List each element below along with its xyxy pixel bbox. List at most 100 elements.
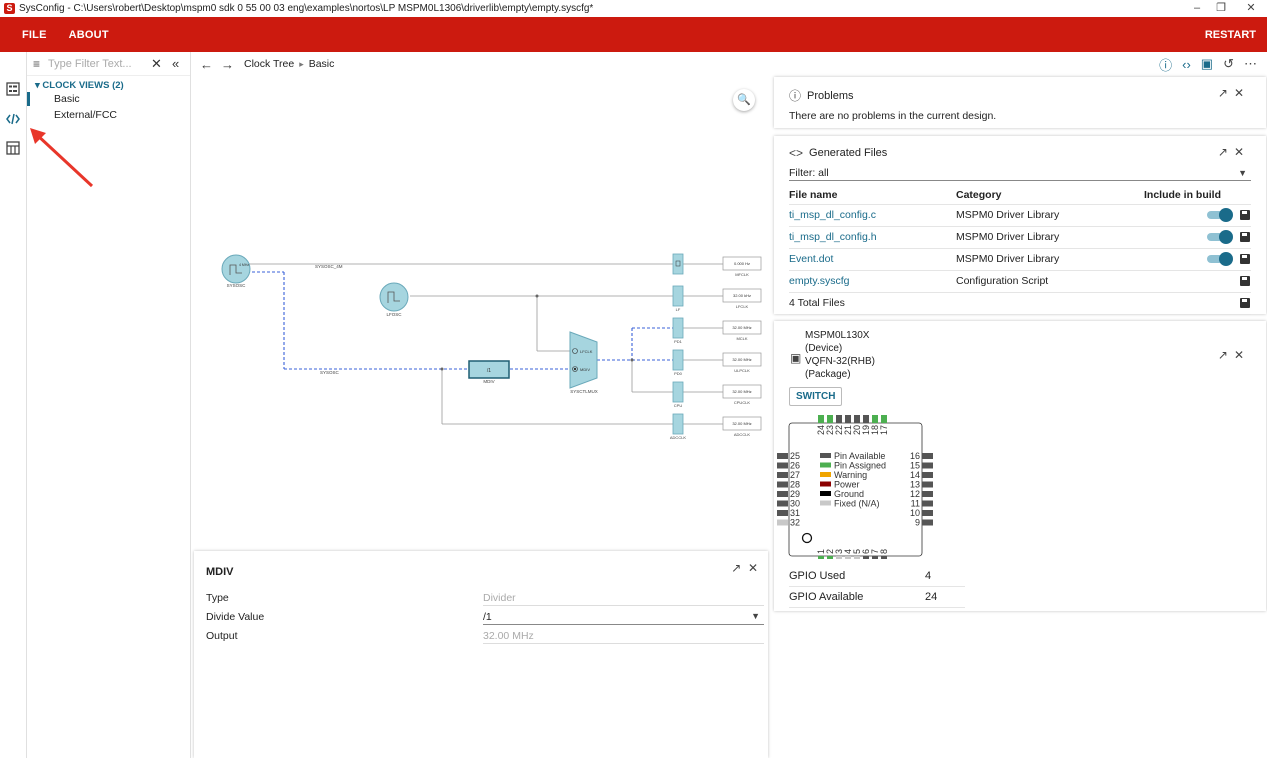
clock-tree-icon[interactable] xyxy=(6,112,20,126)
pin-pad[interactable] xyxy=(881,415,887,423)
pin-pad[interactable] xyxy=(777,481,788,488)
divider-column: LF PD1 PD0 CPU ADCCLK xyxy=(670,253,686,440)
close-icon[interactable]: ✕ xyxy=(1234,348,1250,362)
include-toggle[interactable] xyxy=(1206,252,1233,267)
pin-pad[interactable] xyxy=(777,462,788,469)
breadcrumb-clock-tree[interactable]: Clock Tree xyxy=(244,58,294,70)
pin-pad[interactable] xyxy=(827,556,833,559)
restart-button[interactable]: RESTART xyxy=(1205,29,1256,41)
include-toggle[interactable] xyxy=(1206,230,1233,245)
gpio-used-row: GPIO Used 4 xyxy=(789,566,965,587)
pin-pad[interactable] xyxy=(777,519,788,526)
clock-tree-diagram: SYSOSC 4 MHz SYSOSC_4M SYSOSC LFOSC /1 M… xyxy=(221,253,762,440)
sysctlmux-node[interactable] xyxy=(569,331,598,389)
divider-mfclk[interactable] xyxy=(672,253,684,275)
pin-pad[interactable] xyxy=(881,556,887,559)
pin-pad[interactable] xyxy=(777,510,788,516)
chip-icon[interactable]: ▣ xyxy=(1201,56,1213,72)
expand-icon[interactable]: ↗ xyxy=(1218,86,1234,100)
history-icon[interactable]: ↺ xyxy=(1223,56,1234,72)
more-icon[interactable]: ⋯ xyxy=(1244,56,1257,72)
save-icon[interactable] xyxy=(1239,232,1250,243)
pin-pad[interactable] xyxy=(777,500,788,507)
restore-icon[interactable]: ❐ xyxy=(1211,0,1231,17)
pin-pad[interactable] xyxy=(836,556,842,559)
filter-input[interactable] xyxy=(48,57,139,70)
pin-pad[interactable] xyxy=(872,415,878,423)
divider-cpu[interactable] xyxy=(672,381,684,403)
include-toggle[interactable] xyxy=(1206,208,1233,223)
info-icon[interactable]: ⓘ xyxy=(1159,55,1172,74)
code-icon[interactable]: ‹› xyxy=(1182,57,1191,72)
expand-icon[interactable]: ↗ xyxy=(731,561,741,575)
save-all-icon[interactable] xyxy=(1239,298,1250,309)
close-icon[interactable]: ✕ xyxy=(1234,86,1250,100)
minimize-icon[interactable]: – xyxy=(1187,0,1207,17)
files-filter-select[interactable]: Filter: all ▼ xyxy=(789,167,1251,181)
expand-icon[interactable]: ↗ xyxy=(1218,348,1234,362)
file-link[interactable]: ti_msp_dl_config.c xyxy=(789,204,956,227)
pin-pad[interactable] xyxy=(922,491,933,497)
tree-item-external-fcc[interactable]: External/FCC xyxy=(27,107,190,123)
pin-pad[interactable] xyxy=(922,519,933,526)
pin-number: 9 xyxy=(915,518,920,528)
close-icon[interactable]: ✕ xyxy=(748,561,758,575)
legend-swatch xyxy=(820,462,831,468)
pin-pad[interactable] xyxy=(863,415,869,423)
pin-pad[interactable] xyxy=(922,500,933,507)
tree-heading[interactable]: ▾ CLOCK VIEWS (2) xyxy=(35,80,190,91)
pin-number: 31 xyxy=(790,508,800,518)
pin-pad[interactable] xyxy=(922,462,933,469)
pin-pad[interactable] xyxy=(922,481,933,488)
file-link[interactable]: ti_msp_dl_config.h xyxy=(789,226,956,249)
chevron-down-icon: ▼ xyxy=(751,611,760,621)
back-arrow-icon[interactable]: ← xyxy=(200,57,213,72)
save-icon[interactable] xyxy=(1239,210,1250,221)
collapse-panel-icon[interactable]: « xyxy=(172,56,179,71)
pin-pad[interactable] xyxy=(854,415,860,423)
pin-pad[interactable] xyxy=(827,415,833,423)
divider-pd0[interactable] xyxy=(672,349,684,371)
pin-pad[interactable] xyxy=(922,472,933,478)
bottom-pads: 12345678 xyxy=(816,549,889,559)
diagram-search-icon[interactable]: 🔍 xyxy=(733,89,755,111)
divider-adcclk[interactable] xyxy=(672,413,684,435)
pin-pad[interactable] xyxy=(922,453,933,459)
tree-item-basic[interactable]: Basic xyxy=(27,91,190,107)
pin-pad[interactable] xyxy=(777,491,788,497)
pin-pad[interactable] xyxy=(872,556,878,559)
pin-pad[interactable] xyxy=(777,472,788,478)
pin-pad[interactable] xyxy=(922,510,933,516)
close-icon[interactable]: ✕ xyxy=(1234,145,1250,159)
file-category: MSPM0 Driver Library xyxy=(956,248,1144,271)
expand-icon[interactable]: ↗ xyxy=(1218,145,1234,159)
pin-pad[interactable] xyxy=(845,415,851,423)
clear-filter-icon[interactable]: ✕ xyxy=(151,56,162,72)
pin-pad[interactable] xyxy=(818,415,824,423)
breadcrumb-separator-icon: ▸ xyxy=(299,58,304,69)
switch-button[interactable]: SWITCH xyxy=(789,387,843,406)
save-icon[interactable] xyxy=(1239,276,1250,287)
file-link[interactable]: empty.syscfg xyxy=(789,270,956,293)
file-link[interactable]: Event.dot xyxy=(789,248,956,271)
forward-arrow-icon[interactable]: → xyxy=(221,57,234,72)
output-name: MFCLK xyxy=(735,272,749,277)
software-view-icon[interactable] xyxy=(6,82,20,96)
divider-pd1[interactable] xyxy=(672,317,684,339)
menu-file[interactable]: FILE xyxy=(22,29,47,41)
pin-pad[interactable] xyxy=(845,556,851,559)
save-icon[interactable] xyxy=(1239,254,1250,265)
pin-pad[interactable] xyxy=(836,415,842,423)
close-window-icon[interactable]: ✕ xyxy=(1241,0,1261,17)
pin-pad[interactable] xyxy=(863,556,869,559)
pin-pad[interactable] xyxy=(818,556,824,559)
property-row-divide-value: Divide Value /1 ▼ xyxy=(206,608,764,626)
legend-label: Pin Assigned xyxy=(834,461,886,471)
pin-pad[interactable] xyxy=(777,453,788,459)
gpio-used-value: 4 xyxy=(925,570,932,582)
divider-lf[interactable] xyxy=(672,285,684,307)
menu-about[interactable]: ABOUT xyxy=(69,29,109,41)
peripheral-view-icon[interactable] xyxy=(6,141,20,155)
pin-pad[interactable] xyxy=(854,556,860,559)
divide-value-select[interactable]: /1 ▼ xyxy=(483,611,764,625)
